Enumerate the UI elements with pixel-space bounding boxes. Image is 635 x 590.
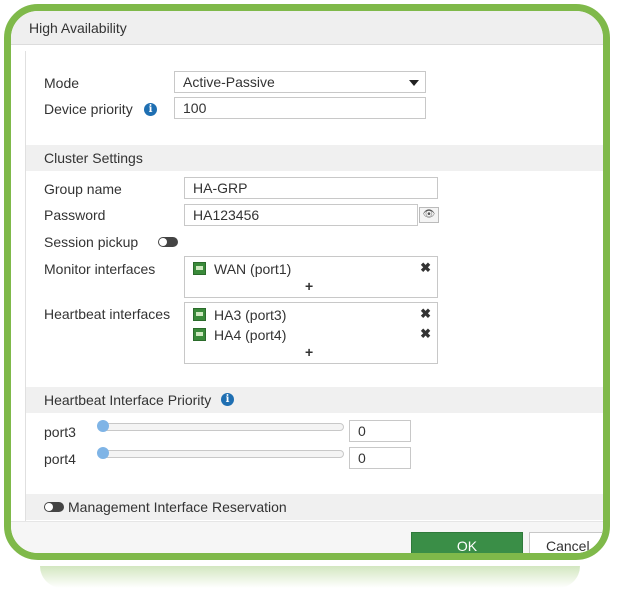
management-interface-row: Management Interface Reservation [26,494,603,520]
priority-slider[interactable] [97,447,344,459]
session-pickup-label: Session pickup [44,234,139,250]
monitor-interfaces-list[interactable]: WAN (port1) ✖ + [184,256,438,298]
mode-select[interactable]: Active-Passive [174,71,426,93]
password-label: Password [44,207,106,223]
add-heartbeat-interface-icon[interactable]: + [305,344,313,360]
priority-port-label: port4 [44,451,76,467]
ok-button[interactable]: OK [411,532,523,553]
chevron-down-icon [409,80,419,86]
management-interface-label: Management Interface Reservation [68,499,287,515]
add-monitor-interface-icon[interactable]: + [305,278,313,294]
priority-value-input[interactable]: 0 [349,420,411,442]
info-icon: i [144,103,157,116]
heartbeat-interfaces-list[interactable]: HA3 (port3) ✖ HA4 (port4) ✖ + [184,302,438,364]
dialog-title: High Availability [11,11,603,45]
heartbeat-interfaces-label: Heartbeat interfaces [44,306,171,322]
priority-value-input[interactable]: 0 [349,447,411,469]
heartbeat-priority-header: Heartbeat Interface Priority i [26,387,603,413]
mode-select-value: Active-Passive [183,74,275,90]
group-name-label: Group name [44,181,122,197]
dialog-frame: High Availability Mode Active-Passive De… [4,4,610,560]
management-interface-toggle[interactable] [44,502,64,512]
monitor-interfaces-label: Monitor interfaces [44,261,156,277]
dialog-content: Mode Active-Passive Device priority i 10… [25,51,603,531]
heartbeat-priority-title: Heartbeat Interface Priority [44,392,212,408]
monitor-item-label: WAN (port1) [214,261,292,277]
session-pickup-toggle[interactable] [158,237,178,247]
slider-thumb[interactable] [97,420,109,432]
port-icon [193,308,206,321]
password-input[interactable]: HA123456 [184,204,418,226]
device-priority-input[interactable]: 100 [174,97,426,119]
list-item: HA4 (port4) [193,326,286,344]
list-item: HA3 (port3) [193,306,286,324]
cancel-button[interactable]: Cancel [529,532,603,553]
cluster-settings-header: Cluster Settings [26,145,603,171]
dialog-footer: OK Cancel [11,521,603,553]
remove-icon[interactable]: ✖ [420,326,431,342]
port-icon [193,262,206,275]
eye-slash-icon[interactable]: 👁 [419,207,439,223]
mode-label: Mode [44,75,80,91]
heartbeat-item-label: HA4 (port4) [214,327,287,343]
priority-port-label: port3 [44,424,76,440]
group-name-input[interactable]: HA-GRP [184,177,438,199]
heartbeat-item-label: HA3 (port3) [214,307,287,323]
remove-icon[interactable]: ✖ [420,260,431,276]
remove-icon[interactable]: ✖ [420,306,431,322]
port-icon [193,328,206,341]
frame-reflection [40,566,580,588]
priority-slider[interactable] [97,420,344,432]
list-item: WAN (port1) [193,260,291,278]
slider-thumb[interactable] [97,447,109,459]
device-priority-label: Device priority [44,101,133,117]
info-icon: i [221,393,234,406]
